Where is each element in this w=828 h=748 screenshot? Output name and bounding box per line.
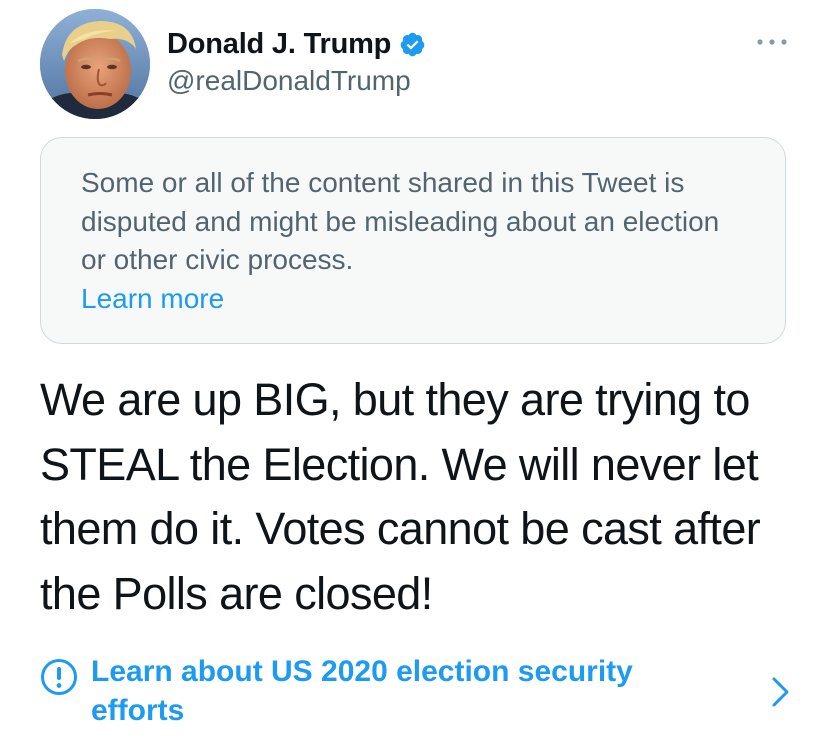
avatar[interactable]: [40, 9, 150, 119]
notice-text: Some or all of the content shared in thi…: [81, 167, 720, 275]
verified-badge-icon: [400, 32, 425, 56]
disputed-content-notice: Some or all of the content shared in thi…: [40, 137, 786, 344]
display-name[interactable]: Donald J. Trump: [167, 28, 391, 61]
election-info-link[interactable]: Learn about US 2020 election security ef…: [40, 653, 792, 733]
profile-avatar: [40, 9, 150, 119]
learn-more-link[interactable]: Learn more: [81, 280, 224, 319]
info-exclamation-icon: [41, 659, 77, 695]
chevron-right-icon[interactable]: [770, 675, 792, 709]
more-options-icon[interactable]: [754, 32, 790, 52]
election-info-label[interactable]: Learn about US 2020 election security ef…: [91, 653, 651, 730]
author-handle[interactable]: @realDonaldTrump: [167, 65, 411, 97]
author-name-row[interactable]: Donald J. Trump: [167, 26, 426, 62]
tweet-text: We are up BIG, but they are trying to ST…: [40, 374, 761, 619]
